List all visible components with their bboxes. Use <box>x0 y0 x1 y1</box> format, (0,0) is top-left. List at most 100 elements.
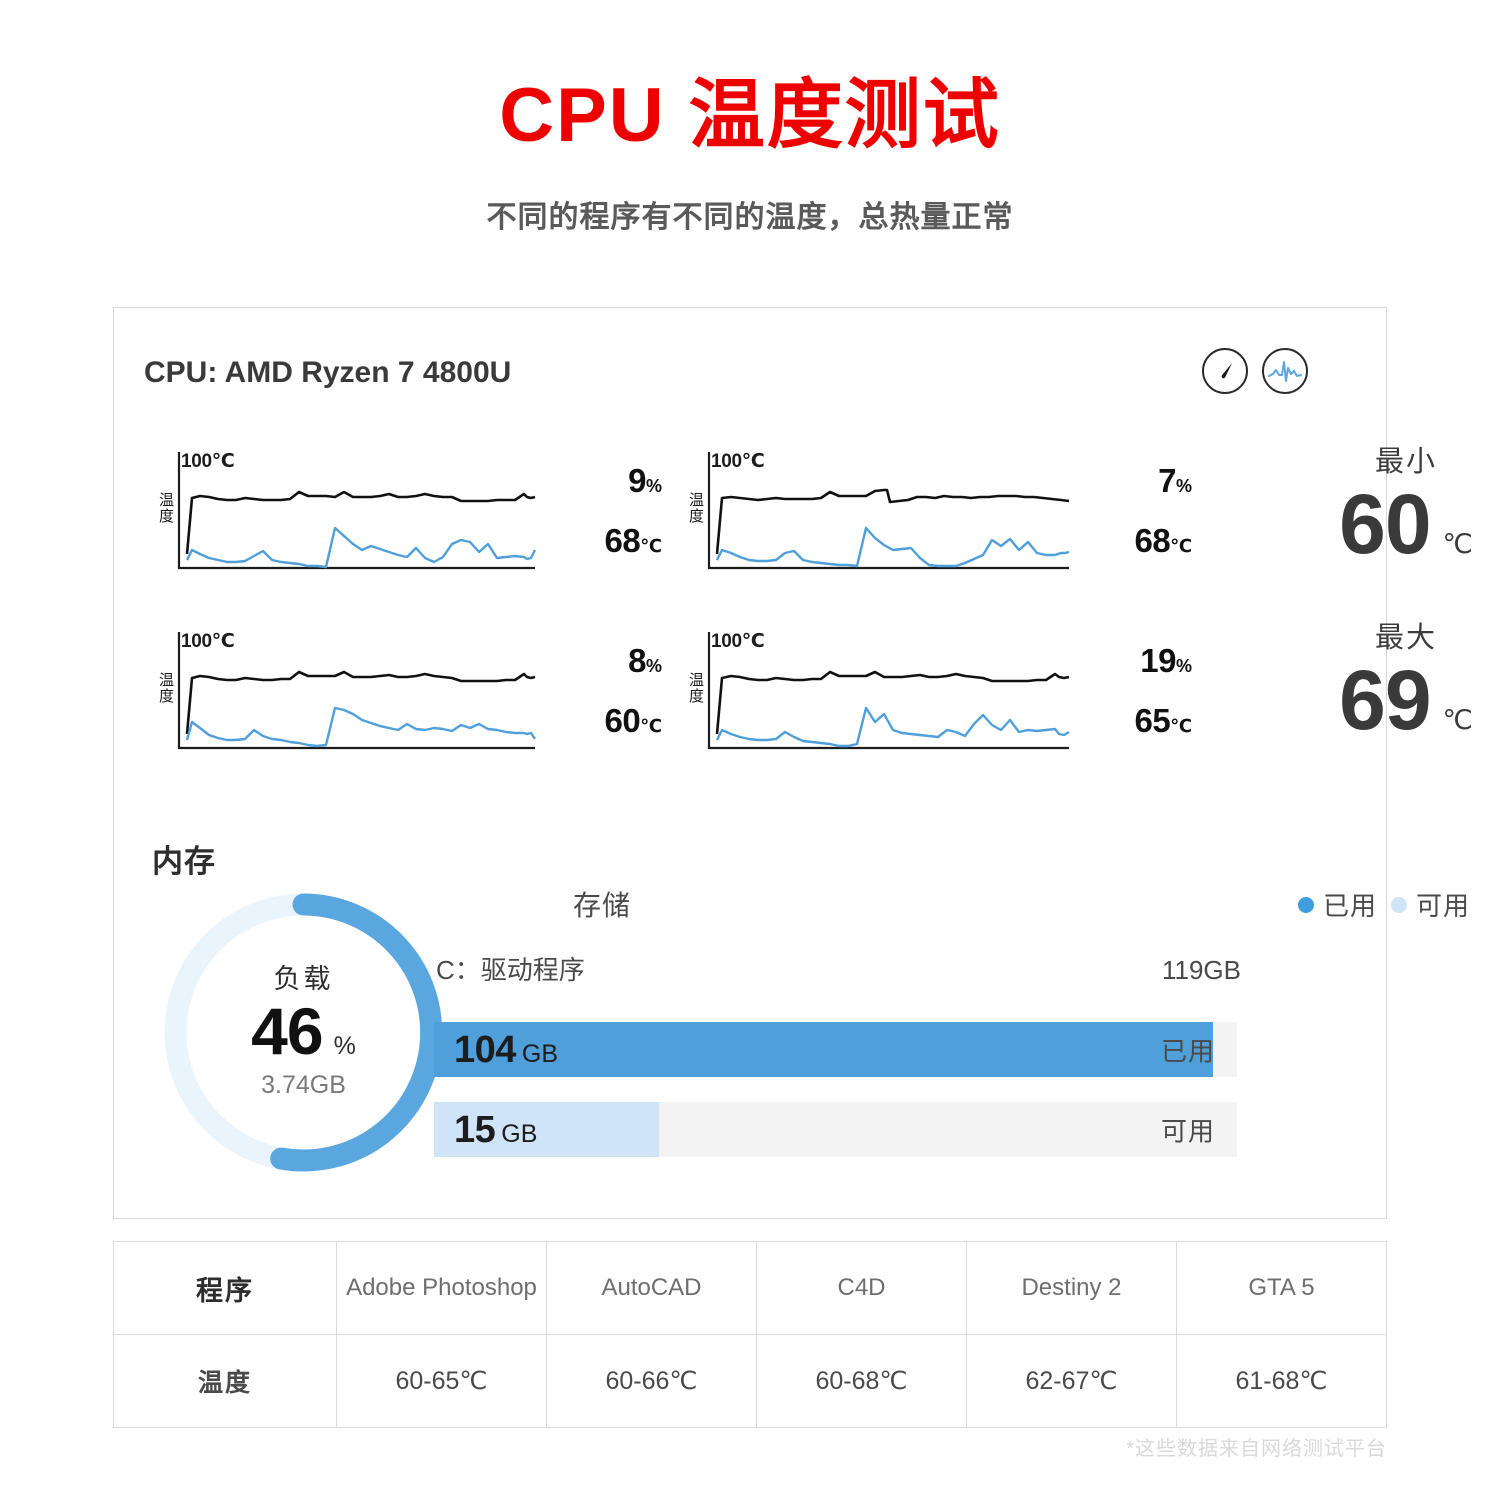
chart-2-temp-readout: 68℃ <box>1082 522 1192 560</box>
memory-section-title: 内存 <box>152 844 216 879</box>
memory-load-value: 46 <box>251 994 323 1069</box>
table-header-programs: 程序 <box>113 1241 337 1335</box>
minmax-summary: 最小 60 ℃ 最大 69 ℃ <box>1306 438 1500 742</box>
chart-panel-3: 100℃ 温度 8% 60℃ <box>157 618 662 773</box>
footnote-text: *这些数据来自网络测试平台 <box>1126 1438 1387 1460</box>
drive-total-size: 119GB <box>1161 955 1241 985</box>
table-cell-temp-4: 62-67℃ <box>966 1334 1177 1428</box>
page-title: CPU 温度测试 <box>499 73 1001 158</box>
legend-dot-used-icon <box>1297 896 1314 913</box>
min-temp-value: 60 <box>1339 477 1431 571</box>
table-cell-program-5: GTA 5 <box>1176 1241 1387 1335</box>
storage-bar-used-unit: GB <box>521 1039 559 1068</box>
chart-4-temp-unit: ℃ <box>1170 716 1192 736</box>
charts-column-right: 100℃ 温度 7% 68℃ 100℃ 温度 19% 65℃ <box>687 438 1192 788</box>
chart-4-temp-readout: 65℃ <box>1082 702 1192 740</box>
storage-bar-free-value: 15 <box>454 1108 496 1151</box>
drive-info-row: C：驱动程序 119GB <box>436 950 1241 987</box>
chart-3-load-value: 8 <box>628 642 646 679</box>
storage-section-title: 存储 <box>573 890 632 921</box>
chart-1-axis-max: 100℃ <box>181 451 235 472</box>
storage-legend: 已用 可用 <box>1297 886 1470 923</box>
chart-1-load-unit: % <box>645 476 662 496</box>
chart-2-temp-value: 68 <box>1134 522 1171 559</box>
chart-1-temp-value: 68 <box>604 522 641 559</box>
panel-header-icons <box>1202 348 1308 394</box>
memory-donut-chart: 负载 46 % 3.74GB <box>156 885 451 1180</box>
legend-item-free: 可用 <box>1390 886 1470 923</box>
table-cell-program-3: C4D <box>756 1241 967 1335</box>
legend-item-used: 已用 <box>1297 886 1377 923</box>
chart-3-load-unit: % <box>645 656 662 676</box>
chart-3-temp-unit: ℃ <box>640 716 662 736</box>
chart-panel-1: 100℃ 温度 9% 68℃ <box>157 438 662 593</box>
memory-load-value-row: 46 % <box>251 994 356 1070</box>
cpu-model-label: CPU: AMD Ryzen 7 4800U <box>144 356 512 389</box>
legend-label-free: 可用 <box>1415 891 1470 921</box>
storage-bar-free: 15 GB 可用 <box>434 1102 1237 1157</box>
page-header: CPU 温度测试 不同的程序有不同的温度，总热量正常 <box>0 0 1500 236</box>
chart-3-temp-value: 60 <box>604 702 641 739</box>
drive-name-label: C：驱动程序 <box>436 955 585 985</box>
chart-2-axis-label: 温度 <box>687 492 704 524</box>
storage-bar-used-value: 104 <box>454 1028 516 1071</box>
chart-1-axis-label: 温度 <box>157 492 174 524</box>
chart-3-axis-label: 温度 <box>157 672 174 704</box>
chart-2-load-readout: 7% <box>1082 462 1192 500</box>
table-cell-program-4: Destiny 2 <box>966 1241 1177 1335</box>
chart-2-load-value: 7 <box>1158 462 1176 499</box>
storage-bar-used-tag: 已用 <box>1160 1036 1215 1066</box>
max-temp-value: 69 <box>1339 653 1431 747</box>
chart-4-load-value: 19 <box>1140 642 1176 679</box>
table-row: 程序 Adobe Photoshop AutoCAD C4D Destiny 2… <box>113 1241 1387 1335</box>
storage-bar-free-value-group: 15 GB <box>454 1111 537 1149</box>
max-temp-block: 最大 69 ℃ <box>1306 614 1500 742</box>
table-cell-program-1: Adobe Photoshop <box>336 1241 547 1335</box>
storage-bar-used: 104 GB 已用 <box>434 1022 1237 1077</box>
chart-3-load-readout: 8% <box>552 642 662 680</box>
gauge-icon[interactable] <box>1202 348 1248 394</box>
chart-panel-2: 100℃ 温度 7% 68℃ <box>687 438 1192 593</box>
min-temp-value-row: 60 ℃ <box>1306 482 1500 566</box>
chart-1-load-value: 9 <box>628 462 646 499</box>
max-temp-value-row: 69 ℃ <box>1306 658 1500 742</box>
storage-bar-free-tag: 可用 <box>1160 1116 1215 1146</box>
chart-2-temp-unit: ℃ <box>1170 536 1192 556</box>
charts-grid: 100℃ 温度 9% 68℃ 100℃ 温度 8% 60℃ 100℃ 温度 7%… <box>144 438 1358 788</box>
chart-2-load-unit: % <box>1175 476 1192 496</box>
memory-donut-center: 负载 46 % 3.74GB <box>156 885 451 1180</box>
chart-4-load-unit: % <box>1175 656 1192 676</box>
memory-load-label: 负载 <box>273 963 334 994</box>
table-cell-program-2: AutoCAD <box>546 1241 757 1335</box>
chart-panel-4: 100℃ 温度 19% 65℃ <box>687 618 1192 773</box>
chart-4-temp-value: 65 <box>1134 702 1171 739</box>
charts-column-left: 100℃ 温度 9% 68℃ 100℃ 温度 8% 60℃ <box>157 438 662 788</box>
table-cell-temp-3: 60-68℃ <box>756 1334 967 1428</box>
max-temp-unit: ℃ <box>1442 705 1473 735</box>
table-cell-temp-5: 61-68℃ <box>1176 1334 1387 1428</box>
min-temp-unit: ℃ <box>1442 529 1473 559</box>
chart-3-temp-readout: 60℃ <box>552 702 662 740</box>
chart-4-load-readout: 19% <box>1082 642 1192 680</box>
program-temperature-table: 程序 Adobe Photoshop AutoCAD C4D Destiny 2… <box>113 1241 1387 1428</box>
table-row: 温度 60-65℃ 60-66℃ 60-68℃ 62-67℃ 61-68℃ <box>113 1334 1387 1428</box>
table-header-temperature: 温度 <box>113 1334 337 1428</box>
chart-3-axis-max: 100℃ <box>181 631 235 652</box>
storage-bar-free-unit: GB <box>501 1119 538 1148</box>
chart-2-axis-max: 100℃ <box>711 451 765 472</box>
panel-header: CPU: AMD Ryzen 7 4800U <box>144 348 1356 408</box>
chart-4-axis-label: 温度 <box>687 672 704 704</box>
memory-used-amount: 3.74GB <box>261 1071 346 1100</box>
chart-1-temp-readout: 68℃ <box>552 522 662 560</box>
legend-label-used: 已用 <box>1322 891 1377 921</box>
storage-bar-used-value-group: 104 GB <box>454 1031 558 1069</box>
min-temp-block: 最小 60 ℃ <box>1306 438 1500 566</box>
pulse-icon[interactable] <box>1262 348 1308 394</box>
table-cell-temp-2: 60-66℃ <box>546 1334 757 1428</box>
memory-load-unit: % <box>333 1032 356 1061</box>
chart-1-load-readout: 9% <box>552 462 662 500</box>
table-cell-temp-1: 60-65℃ <box>336 1334 547 1428</box>
min-temp-label: 最小 <box>1374 446 1437 478</box>
legend-dot-free-icon <box>1390 896 1407 913</box>
chart-1-temp-unit: ℃ <box>640 536 662 556</box>
